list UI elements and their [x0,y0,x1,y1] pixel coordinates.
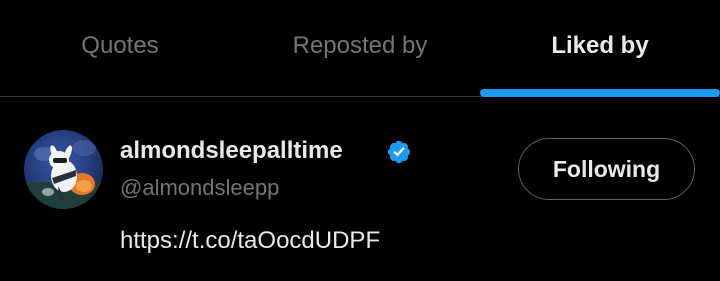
active-tab-indicator [480,89,720,97]
user-handle[interactable]: @almondsleepp [120,175,279,201]
tab-reposted-by-label: Reposted by [292,32,428,59]
tab-bar: Quotes Reposted by Liked by [0,0,720,97]
user-list-item[interactable]: almondsleepalltime @almondsleepp https:/… [0,97,720,281]
tab-reposted-by[interactable]: Reposted by [240,0,480,96]
following-button[interactable]: Following [518,138,695,200]
tab-quotes[interactable]: Quotes [0,0,240,96]
tab-quotes-label: Quotes [81,32,159,59]
bio-link[interactable]: https://t.co/taOocdUDPF [120,227,380,255]
tab-liked-by[interactable]: Liked by [480,0,720,96]
avatar[interactable] [24,130,103,209]
liked-by-page: Quotes Reposted by Liked by almondsleepa… [0,0,720,281]
tab-liked-by-label: Liked by [551,32,649,59]
display-name[interactable]: almondsleepalltime [120,137,343,165]
cartoon-avatar-icon [24,130,103,209]
verified-badge-icon [387,140,411,164]
